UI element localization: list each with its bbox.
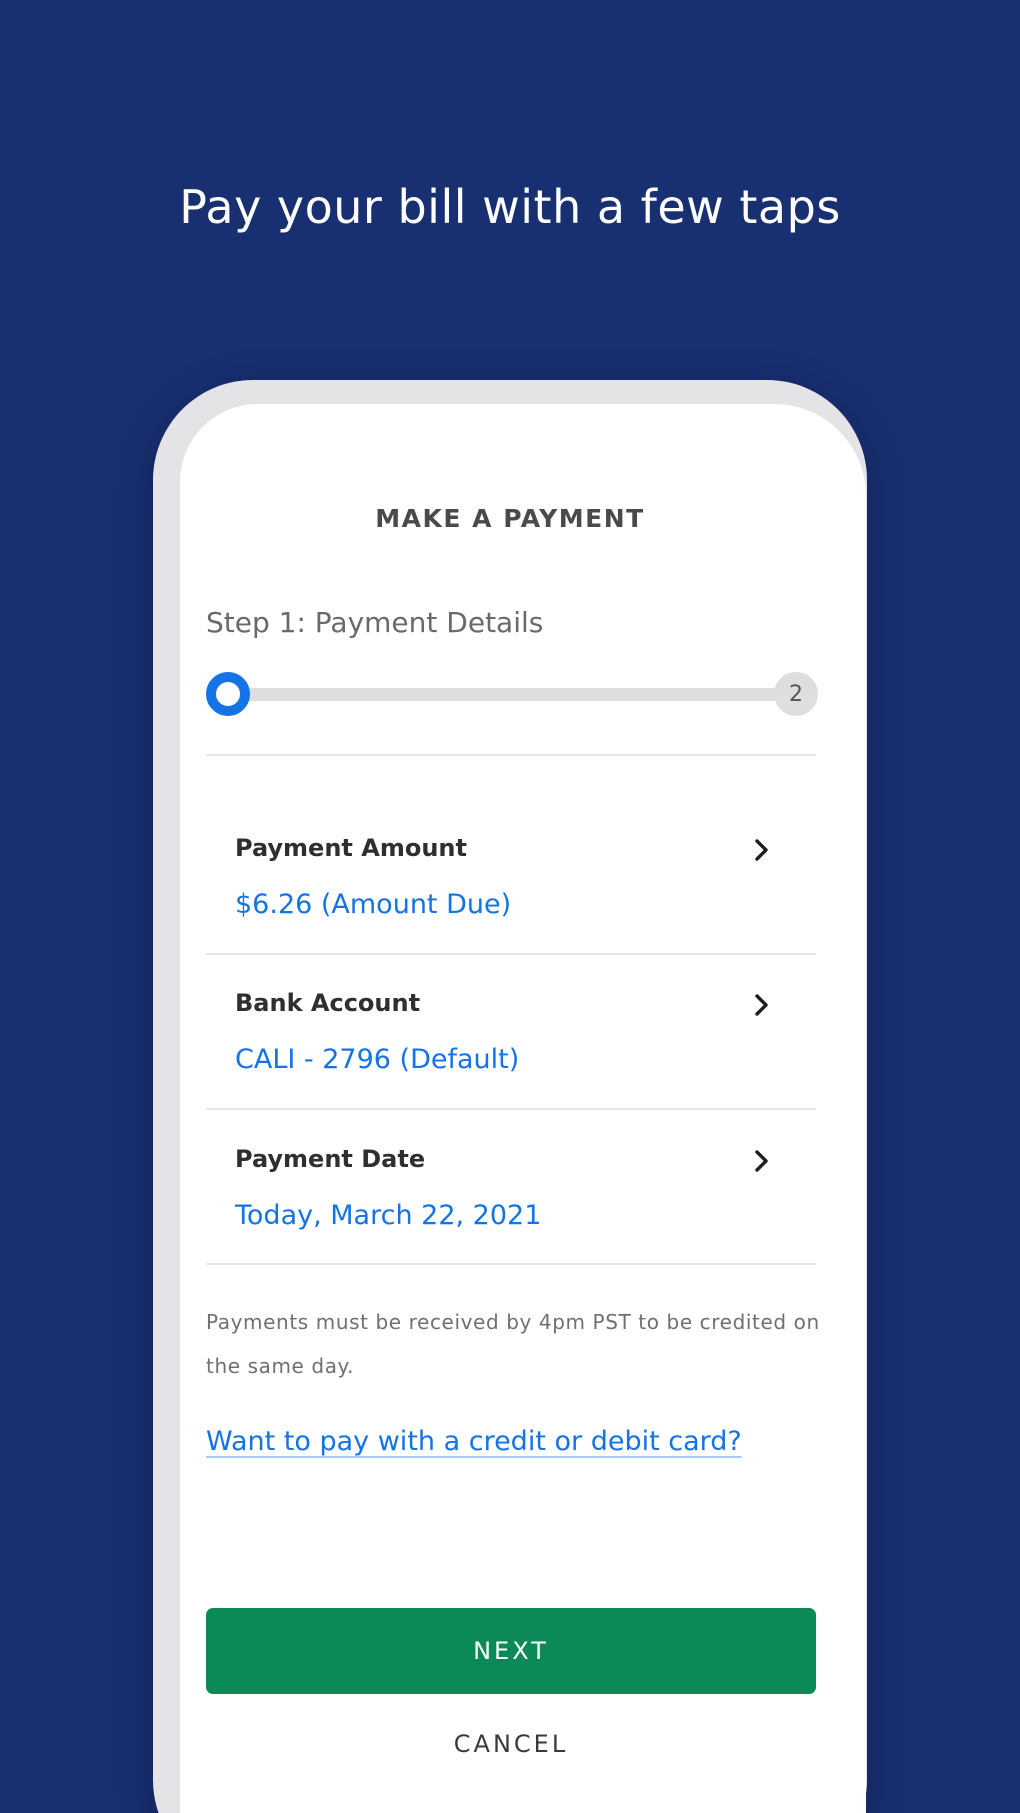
payment-date-row[interactable]: Payment Date Today, March 22, 2021 xyxy=(206,1145,816,1295)
divider xyxy=(206,953,816,955)
page-title: MAKE A PAYMENT xyxy=(375,504,645,533)
promo-stage: Pay your bill with a few taps MAKE A PAY… xyxy=(0,0,1020,1813)
payment-date-value: Today, March 22, 2021 xyxy=(235,1200,542,1231)
chevron-right-icon xyxy=(755,994,768,1016)
credit-card-link[interactable]: Want to pay with a credit or debit card? xyxy=(206,1426,742,1457)
promo-headline: Pay your bill with a few taps xyxy=(179,180,841,234)
divider xyxy=(206,1108,816,1110)
step-title: Step 1: Payment Details xyxy=(206,606,544,639)
divider xyxy=(206,754,816,756)
chevron-right-icon xyxy=(755,839,768,861)
next-button[interactable]: NEXT xyxy=(206,1608,816,1694)
payment-amount-row[interactable]: Payment Amount $6.26 (Amount Due) xyxy=(206,834,816,984)
bank-account-label: Bank Account xyxy=(235,989,421,1017)
chevron-right-icon xyxy=(755,1150,768,1172)
bank-account-row[interactable]: Bank Account CALI - 2796 (Default) xyxy=(206,989,816,1139)
step-1-indicator xyxy=(206,672,250,716)
payment-amount-value: $6.26 (Amount Due) xyxy=(235,889,512,920)
payment-amount-label: Payment Amount xyxy=(235,834,467,862)
cancel-button[interactable]: CANCEL xyxy=(206,1722,816,1766)
progress-track xyxy=(226,688,796,701)
bank-account-value: CALI - 2796 (Default) xyxy=(235,1044,520,1075)
step-2-indicator: 2 xyxy=(774,672,818,716)
cutoff-note: Payments must be received by 4pm PST to … xyxy=(206,1310,820,1378)
divider xyxy=(206,1263,816,1265)
payment-date-label: Payment Date xyxy=(235,1145,426,1173)
